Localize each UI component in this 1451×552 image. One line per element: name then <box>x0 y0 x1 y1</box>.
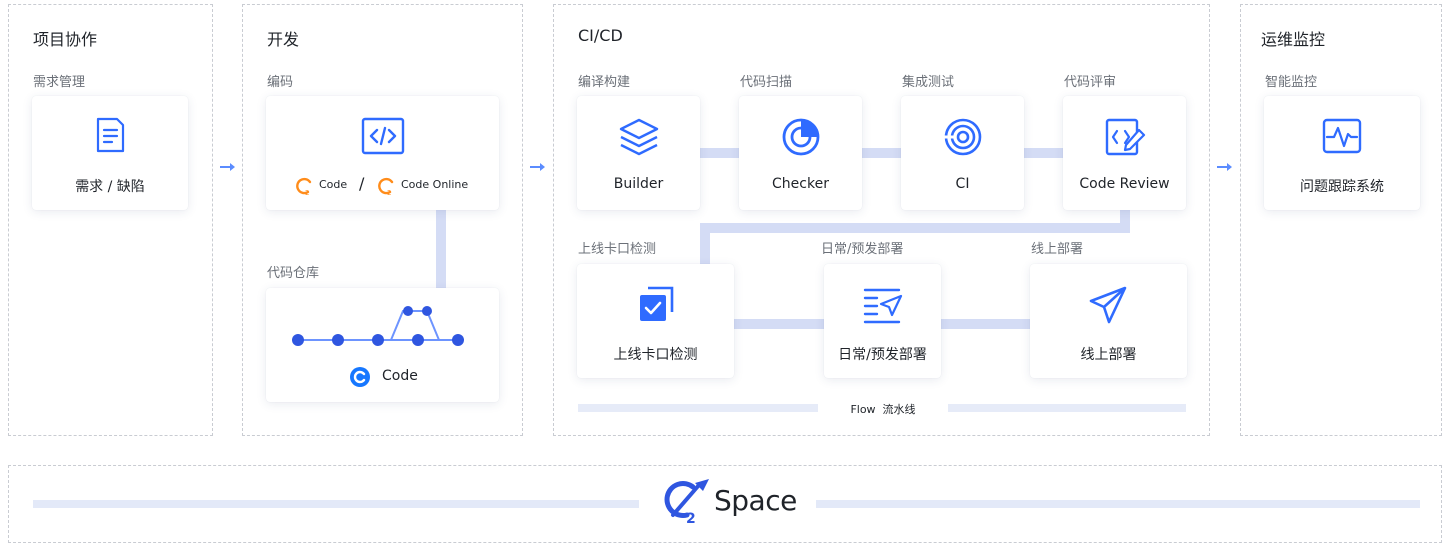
check-copy-icon <box>639 286 673 321</box>
card-ci[interactable]: CI <box>901 96 1024 210</box>
stage-title-collab: 项目协作 <box>33 30 98 49</box>
subtitle-requirement: 需求管理 <box>33 75 86 90</box>
target-icon <box>942 118 981 156</box>
commit-graph-icon <box>292 306 464 346</box>
platform-bar-right <box>816 500 1420 508</box>
card-coding[interactable]: 2 Code / 2 Code Online <box>266 96 499 210</box>
connector-line <box>940 319 1032 329</box>
subtitle-gate: 上线卡口检测 <box>578 242 657 257</box>
card-label: 需求 / 缺陷 <box>75 179 145 195</box>
space-logo-icon: 2 <box>664 479 709 527</box>
connector-line <box>1023 148 1065 158</box>
code-icon <box>361 117 404 155</box>
card-label: CI <box>955 176 970 192</box>
stage-title-cicd: CI/CD <box>578 26 623 45</box>
card-daily-deploy[interactable]: 日常/预发部署 <box>824 264 941 378</box>
card-label: Checker <box>772 176 829 192</box>
slash: / <box>359 174 365 193</box>
stage-collab-box <box>8 4 213 436</box>
subtitle-coding: 编码 <box>267 75 294 90</box>
flow-label: Flow 流水线 <box>850 403 916 416</box>
flow-bar-left <box>578 404 818 412</box>
code-online-logo-icon: 2 <box>378 177 394 196</box>
code-review-icon <box>1105 118 1145 156</box>
flow-bar-right <box>948 404 1186 412</box>
subtitle-review: 代码评审 <box>1064 75 1117 90</box>
scan-icon <box>782 118 819 156</box>
heartbeat-icon <box>1322 118 1362 154</box>
card-label: Builder <box>613 176 664 192</box>
subtitle-test: 集成测试 <box>902 75 955 90</box>
stage-ops-box <box>1240 4 1442 436</box>
code-logo-icon: 2 <box>296 177 312 196</box>
card-issue-tracking[interactable]: 问题跟踪系统 <box>1264 96 1420 210</box>
card-label: 日常/预发部署 <box>838 347 927 363</box>
card-code-review[interactable]: Code Review <box>1063 96 1186 210</box>
card-label: 问题跟踪系统 <box>1300 179 1384 195</box>
card-label: Code Review <box>1079 176 1170 192</box>
layers-icon <box>619 118 658 156</box>
stage-title-ops: 运维监控 <box>1261 30 1326 49</box>
stage-title-dev: 开发 <box>267 30 300 49</box>
connector-line <box>861 148 903 158</box>
card-online-deploy[interactable]: 线上部署 <box>1030 264 1187 378</box>
card-gate[interactable]: 上线卡口检测 <box>577 264 734 378</box>
connector-line <box>733 319 825 329</box>
brand-name: Space <box>714 484 797 517</box>
subtitle-monitor: 智能监控 <box>1265 75 1318 90</box>
subtitle-online: 线上部署 <box>1031 242 1084 257</box>
subtitle-build: 编译构建 <box>578 75 631 90</box>
card-label: 上线卡口检测 <box>613 347 698 363</box>
card-requirement[interactable]: 需求 / 缺陷 <box>32 96 188 210</box>
arrow-right-icon <box>530 163 545 171</box>
svg-text:2: 2 <box>305 189 309 196</box>
code-c-logo-icon <box>350 367 370 387</box>
arrow-right-icon <box>220 163 235 171</box>
connector-line <box>699 148 741 158</box>
svg-text:2: 2 <box>686 511 696 527</box>
svg-text:2: 2 <box>387 189 391 196</box>
card-repo[interactable]: Code <box>266 288 499 402</box>
card-builder[interactable]: Builder <box>577 96 700 210</box>
card-label: 线上部署 <box>1080 347 1137 363</box>
subtitle-repo: 代码仓库 <box>267 266 320 281</box>
subtitle-scan: 代码扫描 <box>740 75 793 90</box>
subtitle-daily: 日常/预发部署 <box>821 242 904 257</box>
send-icon <box>1089 286 1126 324</box>
platform-bar-left <box>33 500 639 508</box>
card-checker[interactable]: Checker <box>739 96 862 210</box>
repo-label: Code <box>382 368 418 384</box>
connector-line <box>436 210 446 290</box>
arrow-right-icon <box>1217 163 1232 171</box>
code-online-label: Code Online <box>401 178 469 191</box>
document-icon <box>96 117 125 153</box>
deploy-list-icon <box>863 288 902 324</box>
code-label: Code <box>319 178 348 191</box>
